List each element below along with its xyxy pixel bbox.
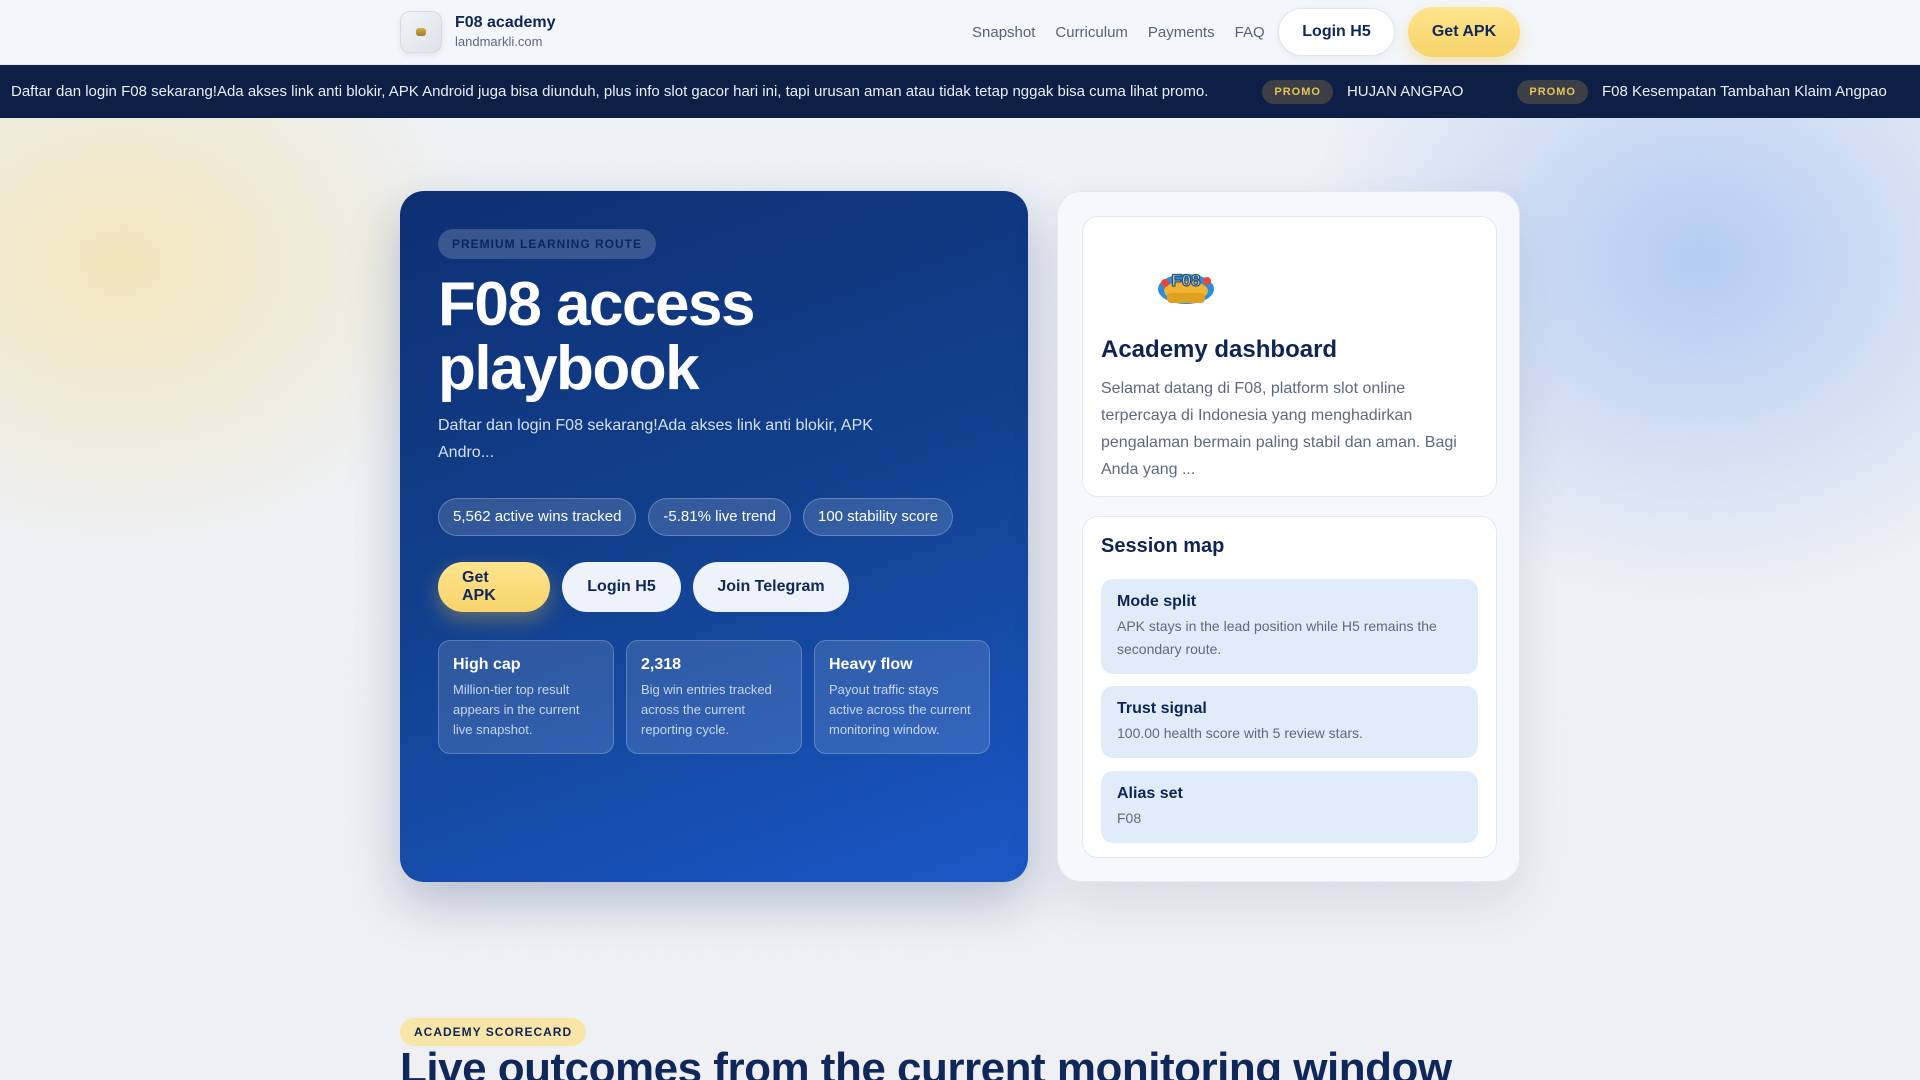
top-header: F08 academy landmarkli.com Snapshot Curr… [0,0,1920,65]
stat-title: High cap [453,656,521,673]
hero-login-h5-button[interactable]: Login H5 [562,562,681,612]
brand-domain: landmarkli.com [455,34,543,49]
session-item-title: Alias set [1117,785,1183,802]
nav-link-payments[interactable]: Payments [1148,24,1215,41]
brand-logo-icon [400,11,442,53]
stat-description: Payout traffic stays active across the c… [829,682,971,737]
scorecard-title: Live outcomes from the current monitorin… [400,1044,1452,1080]
session-item-title: Mode split [1117,593,1197,610]
promo-label: HUJAN ANGPAO [1346,83,1464,100]
dashboard-description: Selamat datang di F08, platform slot onl… [1101,380,1457,478]
stat-chip: -5.81% live trend [648,498,791,536]
promo-label: F08 Kesempatan Tambahan Klaim Angpao [1601,83,1887,100]
session-item-title: Trust signal [1117,700,1207,717]
session-map-card: Session map Mode split APK stays in the … [1082,516,1497,858]
dashboard-title: Academy dashboard [1101,336,1338,363]
stat-title: 2,318 [641,656,682,673]
hero-title: F08 access playbook [438,270,755,403]
session-item-desc: 100.00 health score with 5 review stars. [1117,725,1363,741]
join-telegram-button[interactable]: Join Telegram [693,562,849,612]
scorecard-eyebrow: ACADEMY SCORECARD [400,1018,587,1046]
stat-title: Heavy flow [829,656,913,673]
promo-item[interactable]: PROMO F08 Kesempatan Tambahan Klaim Angp… [1517,79,1887,104]
session-item-desc: F08 [1117,810,1142,826]
promo-badge: PROMO [1517,79,1588,104]
promo-item[interactable]: PROMO HUJAN ANGPAO [1262,79,1464,104]
session-item-mode-split: Mode split APK stays in the lead positio… [1101,579,1478,674]
ticker-text: Daftar dan login F08 sekarang!Ada akses … [11,83,1209,100]
brand-text: F08 academy landmarkli.com [455,13,556,51]
dashboard-card: F08 Academy dashboard Selamat datang di … [1082,216,1497,497]
stat-description: Big win entries tracked across the curre… [641,682,772,737]
brand[interactable]: F08 academy landmarkli.com [400,11,556,53]
hero-actions: Get APK Login H5 Join Telegram [438,562,861,612]
session-item-trust-signal: Trust signal 100.00 health score with 5 … [1101,686,1478,758]
logo-wordmark: F08 [1171,271,1200,290]
hero-description: Daftar dan login F08 sekarang!Ada akses … [438,417,873,461]
brand-logo-mark [416,28,426,36]
nav-link-snapshot[interactable]: Snapshot [972,24,1035,41]
hero-get-apk-button[interactable]: Get APK [438,562,550,612]
main-nav: Snapshot Curriculum Payments FAQ [972,0,1283,65]
stat-card: High cap Million-tier top result appears… [438,640,614,754]
login-h5-button[interactable]: Login H5 [1278,8,1395,56]
promo-badge: PROMO [1262,79,1333,104]
get-apk-button[interactable]: Get APK [1408,7,1520,57]
stat-chip: 100 stability score [802,498,954,536]
hero-chips: 5,562 active wins tracked -5.81% live tr… [438,498,965,536]
session-item-desc: APK stays in the lead position while H5 … [1117,618,1437,657]
session-map-title: Session map [1101,535,1225,557]
nav-link-curriculum[interactable]: Curriculum [1055,24,1128,41]
hero-card: PREMIUM LEARNING ROUTE F08 access playbo… [400,191,1028,882]
nav-link-faq[interactable]: FAQ [1235,24,1265,41]
promo-ticker: Daftar dan login F08 sekarang!Ada akses … [0,65,1920,118]
ticker-track: Daftar dan login F08 sekarang!Ada akses … [11,65,1920,118]
stat-chip: 5,562 active wins tracked [438,498,637,536]
session-item-alias-set: Alias set F08 [1101,771,1478,843]
hero-stats: High cap Million-tier top result appears… [438,640,1002,754]
stat-description: Million-tier top result appears in the c… [453,682,580,737]
hero-eyebrow: PREMIUM LEARNING ROUTE [438,229,656,259]
stat-card: Heavy flow Payout traffic stays active a… [814,640,990,754]
f08-logo-icon: F08 [1158,270,1214,304]
stat-card: 2,318 Big win entries tracked across the… [626,640,802,754]
side-panel: F08 Academy dashboard Selamat datang di … [1057,191,1520,882]
brand-name: F08 academy [455,14,556,31]
